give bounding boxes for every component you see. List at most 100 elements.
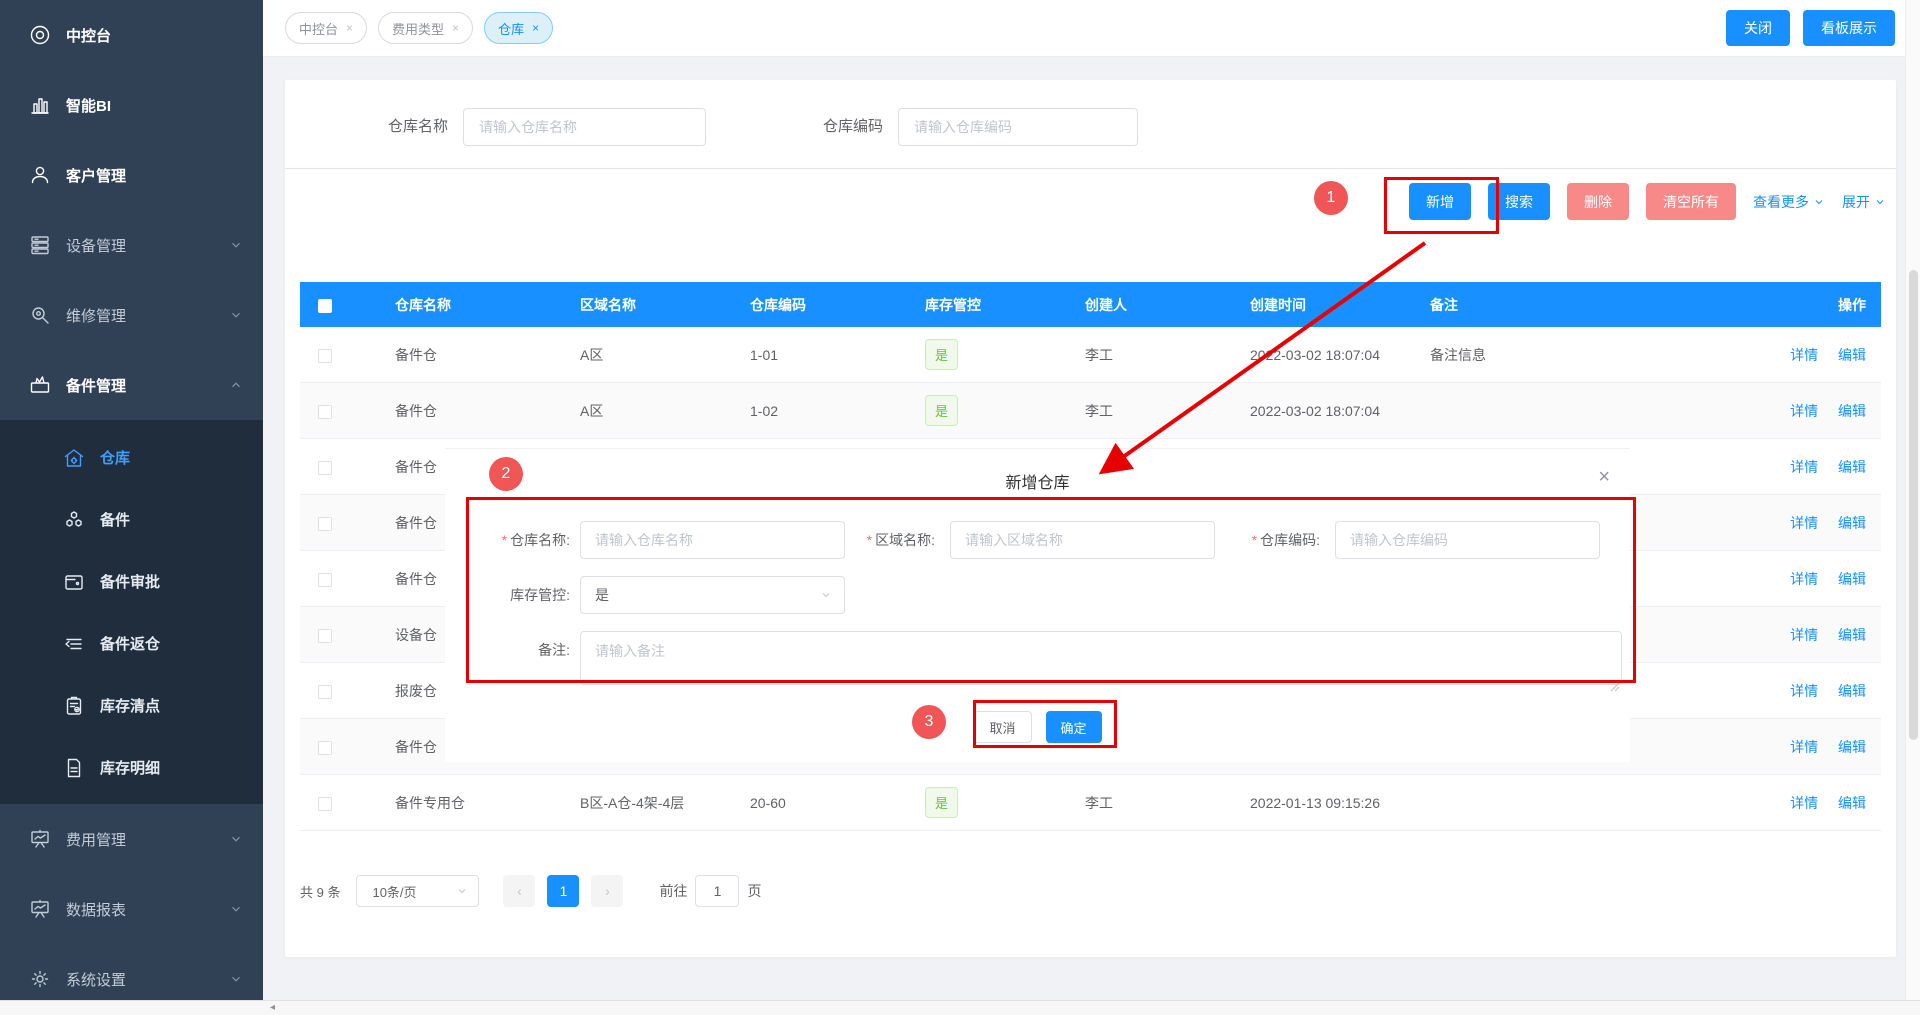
modal-name-input[interactable] [580, 521, 845, 559]
detail-link[interactable]: 详情 [1790, 571, 1818, 587]
sidebar-subitem-备件返仓[interactable]: 备件返仓 [0, 612, 263, 674]
current-page-button[interactable]: 1 [547, 875, 579, 907]
detail-link[interactable]: 详情 [1790, 515, 1818, 531]
menu-label: 费用管理 [66, 829, 229, 850]
stock-control-badge: 是 [925, 395, 958, 426]
spare-icon [28, 373, 52, 397]
sidebar-item-维修管理[interactable]: 维修管理 [0, 280, 263, 350]
horizontal-scrollbar[interactable]: ◂ [0, 1000, 1920, 1015]
menu-label: 数据报表 [66, 899, 229, 920]
search-button[interactable]: 搜索 [1488, 183, 1550, 220]
close-page-button[interactable]: 关闭 [1726, 10, 1790, 46]
edit-link[interactable]: 编辑 [1838, 739, 1866, 755]
modal-control-label: 库存管控: [465, 576, 570, 614]
sidebar-subitem-备件审批[interactable]: 备件审批 [0, 550, 263, 612]
sidebar-subitem-库存明细[interactable]: 库存明细 [0, 736, 263, 798]
tab-close-icon[interactable]: × [532, 21, 539, 35]
row-checkbox[interactable] [318, 461, 332, 475]
vertical-scrollbar[interactable] [1905, 0, 1920, 1000]
detail-link[interactable]: 详情 [1790, 627, 1818, 643]
menu-label: 中控台 [66, 25, 243, 46]
edit-link[interactable]: 编辑 [1838, 571, 1866, 587]
scrollbar-thumb[interactable] [1909, 270, 1918, 740]
edit-link[interactable]: 编辑 [1838, 683, 1866, 699]
prev-page-button[interactable]: ‹ [503, 875, 535, 907]
select-all-checkbox[interactable] [318, 299, 332, 313]
stockcheck-icon [62, 694, 84, 716]
tab-close-icon[interactable]: × [452, 21, 459, 35]
tab-expense-type[interactable]: 费用类型 × [378, 12, 473, 44]
tab-warehouse[interactable]: 仓库 × [484, 12, 553, 44]
sidebar-item-智能BI[interactable]: 智能BI [0, 70, 263, 140]
sidebar-subitem-仓库[interactable]: 仓库 [0, 426, 263, 488]
edit-link[interactable]: 编辑 [1838, 459, 1866, 475]
row-checkbox[interactable] [318, 517, 332, 531]
close-icon[interactable]: × [1598, 467, 1610, 487]
edit-link[interactable]: 编辑 [1838, 347, 1866, 363]
edit-link[interactable]: 编辑 [1838, 403, 1866, 419]
row-checkbox[interactable] [318, 629, 332, 643]
chevron-down-icon [229, 832, 243, 846]
delete-button[interactable]: 删除 [1567, 183, 1629, 220]
sidebar: 中控台智能BI客户管理设备管理维修管理备件管理 仓库备件备件审批备件返仓库存清点… [0, 0, 263, 1000]
menu-label: 备件返仓 [100, 633, 243, 654]
sidebar-item-费用管理[interactable]: 费用管理 [0, 804, 263, 874]
sidebar-subitem-备件[interactable]: 备件 [0, 488, 263, 550]
edit-link[interactable]: 编辑 [1838, 795, 1866, 811]
detail-link[interactable]: 详情 [1790, 739, 1818, 755]
cell-creator: 李工 [1070, 401, 1240, 421]
goto-suffix: 页 [747, 881, 761, 901]
row-checkbox[interactable] [318, 573, 332, 587]
modal-area-input[interactable] [950, 521, 1215, 559]
customer-icon [28, 163, 52, 187]
row-checkbox[interactable] [318, 349, 332, 363]
parts-icon [62, 508, 84, 530]
detail-link[interactable]: 详情 [1790, 795, 1818, 811]
tab-console[interactable]: 中控台 × [285, 12, 367, 44]
sidebar-item-中控台[interactable]: 中控台 [0, 0, 263, 70]
sidebar-item-数据报表[interactable]: 数据报表 [0, 874, 263, 944]
modal-remark-textarea[interactable] [580, 631, 1622, 685]
sidebar-item-设备管理[interactable]: 设备管理 [0, 210, 263, 280]
row-checkbox[interactable] [318, 741, 332, 755]
row-checkbox[interactable] [318, 405, 332, 419]
cell-creator: 李工 [1070, 793, 1240, 813]
warehouse-name-input[interactable] [463, 108, 706, 146]
stock-control-select[interactable]: 是 [580, 576, 845, 614]
clear-all-button[interactable]: 清空所有 [1646, 183, 1736, 220]
goto-page-input[interactable] [695, 875, 739, 907]
tab-label: 费用类型 [392, 19, 444, 38]
modal-code-input[interactable] [1335, 521, 1600, 559]
warehouse-name-label: 仓库名称 [373, 108, 448, 146]
detail-link[interactable]: 详情 [1790, 683, 1818, 699]
warehouse-code-input[interactable] [898, 108, 1138, 146]
cancel-button[interactable]: 取消 [973, 711, 1031, 743]
col-warehouse-code: 仓库编码 [735, 295, 910, 315]
cell-created-time: 2022-03-02 18:07:04 [1240, 403, 1415, 419]
row-checkbox[interactable] [318, 685, 332, 699]
confirm-button[interactable]: 确定 [1046, 711, 1102, 743]
next-page-button[interactable]: › [591, 875, 623, 907]
chevron-up-icon [229, 378, 243, 392]
sidebar-item-客户管理[interactable]: 客户管理 [0, 140, 263, 210]
row-checkbox[interactable] [318, 797, 332, 811]
detail-link[interactable]: 详情 [1790, 403, 1818, 419]
page-size-select[interactable]: 10条/页 [356, 875, 479, 907]
warehouse-icon [62, 446, 84, 468]
edit-link[interactable]: 编辑 [1838, 627, 1866, 643]
add-button[interactable]: 新增 [1409, 183, 1471, 220]
sidebar-subitem-库存清点[interactable]: 库存清点 [0, 674, 263, 736]
detail-link[interactable]: 详情 [1790, 347, 1818, 363]
board-display-button[interactable]: 看板展示 [1803, 10, 1895, 46]
sidebar-item-备件管理[interactable]: 备件管理 [0, 350, 263, 420]
edit-link[interactable]: 编辑 [1838, 515, 1866, 531]
view-more-link[interactable]: 查看更多 [1753, 192, 1825, 212]
cell-creator: 李工 [1070, 345, 1240, 365]
expand-link[interactable]: 展开 [1842, 192, 1886, 212]
chevron-down-icon [229, 308, 243, 322]
tab-close-icon[interactable]: × [346, 21, 353, 35]
table-row: 备件仓 A区 1-02 是 李工 2022-03-02 18:07:04 详情 … [300, 383, 1881, 439]
tab-label: 中控台 [299, 19, 338, 38]
detail-link[interactable]: 详情 [1790, 459, 1818, 475]
chevron-down-icon [1874, 196, 1886, 208]
